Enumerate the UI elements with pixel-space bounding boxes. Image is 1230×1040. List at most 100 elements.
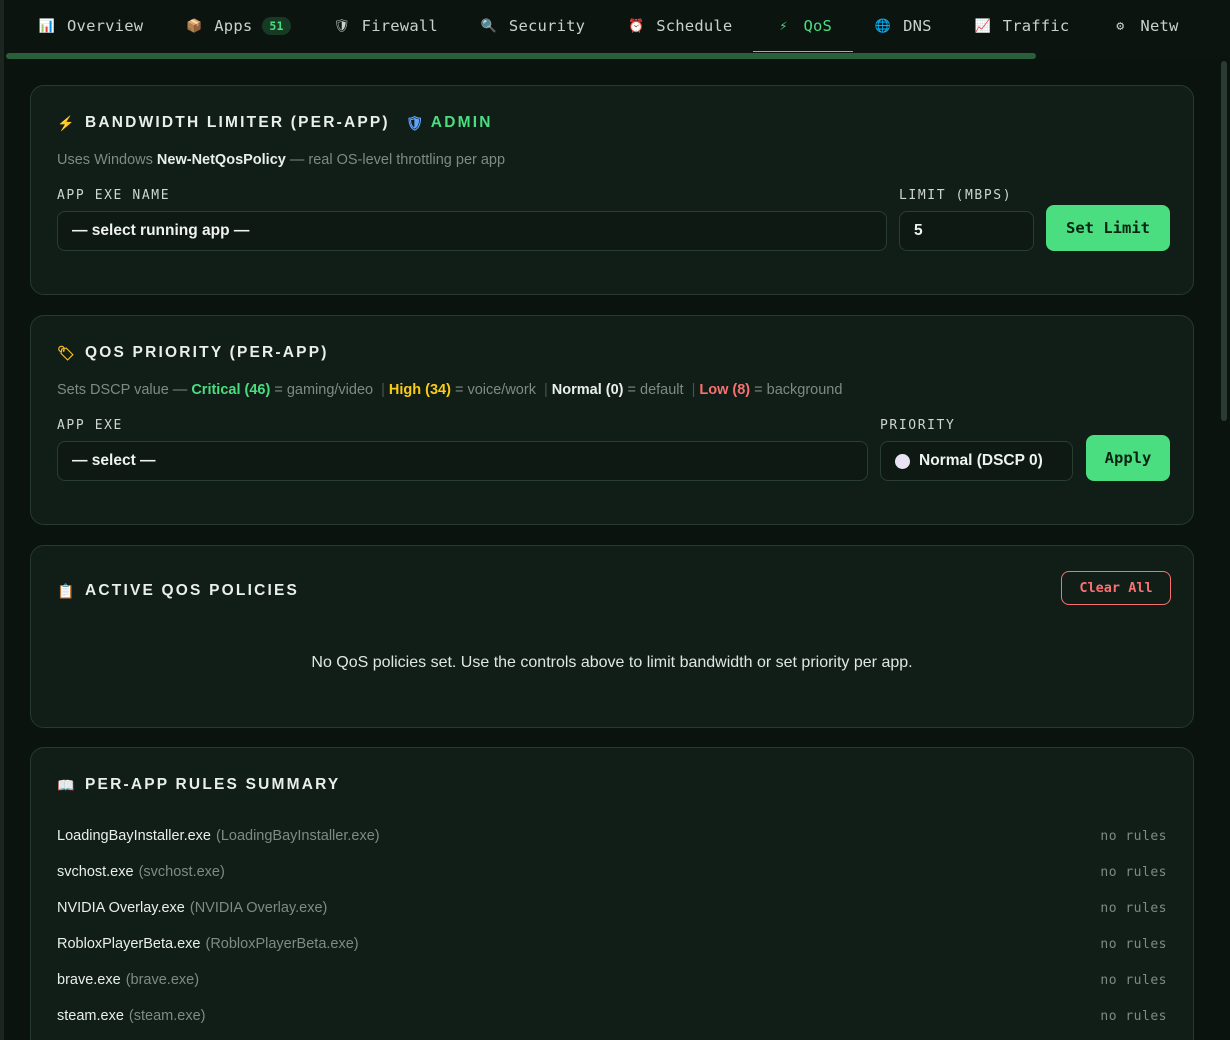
card-title: 📖 Per-App Rules Summary [57, 776, 340, 794]
tab-label: Schedule [656, 17, 733, 35]
rule-status: no rules [1100, 972, 1167, 988]
app-window: 📊 Overview 📦 Apps 51 🛡 Firewall 🔍 Securi… [0, 0, 1230, 1040]
bar-chart-icon: 📊 [38, 18, 56, 34]
apps-count-badge: 51 [262, 17, 291, 35]
app-exe-select[interactable]: — select running app — [57, 211, 887, 251]
desc-text: Sets DSCP value — [57, 382, 192, 398]
tab-label: Traffic [1002, 17, 1070, 35]
critical-label: Critical (46) [191, 382, 271, 398]
content-scrollbar[interactable] [1218, 59, 1230, 1040]
tab-dns[interactable]: 🌐 DNS [853, 1, 953, 51]
app-name: steam.exe (steam.exe) [57, 1008, 205, 1024]
desc-text: = voice/work [450, 382, 540, 398]
gear-icon: ⚙ [1116, 18, 1125, 34]
list-item: svchost.exe (svchost.exe) no rules [57, 854, 1167, 890]
desc-text: Uses Windows [57, 152, 157, 168]
list-item: LoadingBayInstaller.exe (LoadingBayInstal… [57, 818, 1167, 854]
priority-description: Sets DSCP value — Critical (46) = gaming… [57, 382, 842, 398]
limit-mbps-value: 5 [914, 222, 923, 239]
priority-select-value: Normal (DSCP 0) [919, 452, 1043, 469]
priority-select[interactable]: Normal (DSCP 0) [880, 441, 1073, 481]
list-item: NVIDIA Overlay.exe (NVIDIA Overlay.exe) n… [57, 890, 1167, 926]
tab-qos[interactable]: ⚡ QoS [753, 1, 853, 52]
card-title: 🏷 QoS Priority (Per-App) [57, 344, 329, 362]
app-exe-text: (steam.exe) [128, 1008, 206, 1024]
open-book-icon: 📖 [57, 776, 77, 793]
alarm-clock-icon: ⏰ [627, 18, 645, 34]
app-exe-text: (LoadingBayInstaller.exe) [215, 828, 380, 844]
app-name-text: NVIDIA Overlay.exe [57, 900, 185, 916]
shield-icon: 🛡 [405, 114, 426, 131]
priority-dot-icon [895, 453, 910, 469]
desc-text: = default [623, 382, 688, 398]
tab-traffic[interactable]: 📈 Traffic [953, 1, 1091, 51]
tab-label: Overview [67, 17, 144, 35]
desc-text: — real OS-level throttling per app [285, 152, 506, 168]
apply-priority-button[interactable]: Apply [1086, 435, 1170, 481]
app-name: NVIDIA Overlay.exe (NVIDIA Overlay.exe) [57, 900, 327, 916]
shield-icon: 🛡 [333, 18, 351, 34]
rule-status: no rules [1100, 864, 1167, 880]
rule-status: no rules [1100, 1008, 1167, 1024]
list-item: RobloxPlayerBeta.exe (RobloxPlayerBeta.ex… [57, 926, 1167, 962]
divider: | [691, 382, 696, 398]
app-exe-text: (brave.exe) [125, 972, 200, 988]
bandwidth-description: Uses Windows New-NetQosPolicy — real OS-… [57, 152, 505, 168]
tab-label: DNS [903, 17, 932, 35]
app-name-text: svchost.exe [57, 864, 134, 880]
lightning-icon: ⚡ [57, 114, 77, 131]
limit-mbps-input[interactable]: 5 [899, 211, 1034, 251]
tab-schedule[interactable]: ⏰ Schedule [606, 1, 753, 51]
set-limit-button[interactable]: Set Limit [1046, 205, 1170, 251]
tab-label: Security [508, 17, 586, 35]
globe-icon: 🌐 [874, 18, 892, 34]
rules-summary-title: Per-App Rules Summary [85, 776, 341, 793]
tab-label: QoS [803, 17, 833, 35]
high-label: High (34) [388, 382, 451, 398]
limit-mbps-label: Limit (Mbps) [899, 188, 1013, 203]
tab-label: Netw [1140, 17, 1179, 35]
list-item: brave.exe (brave.exe) no rules [57, 962, 1167, 998]
tab-bar-scrollbar[interactable] [4, 52, 1230, 59]
trend-chart-icon: 📈 [974, 18, 991, 34]
app-name: brave.exe (brave.exe) [57, 972, 199, 988]
app-name: LoadingBayInstaller.exe (LoadingBayInstal… [57, 828, 380, 844]
app-name-text: LoadingBayInstaller.exe [57, 828, 211, 844]
tab-security[interactable]: 🔍 Security [459, 1, 606, 51]
app-exe-text: (svchost.exe) [138, 864, 225, 880]
tab-firewall[interactable]: 🛡 Firewall [312, 1, 459, 51]
qos-priority-title: QoS Priority (Per-App) [85, 344, 329, 361]
tab-network[interactable]: ⚙ Netw [1090, 1, 1199, 51]
divider: | [543, 382, 548, 398]
magnifier-icon: 🔍 [480, 18, 498, 34]
clear-all-button[interactable]: Clear All [1061, 571, 1171, 605]
card-title: 📋 Active QoS Policies [57, 582, 299, 600]
rules-list: LoadingBayInstaller.exe (LoadingBayInstal… [57, 818, 1167, 1034]
priority-app-select[interactable]: — select — [57, 441, 868, 481]
app-name-text: brave.exe [57, 972, 121, 988]
divider: | [381, 382, 385, 398]
normal-label: Normal (0) [551, 382, 624, 398]
desc-text: = gaming/video [270, 382, 378, 398]
empty-policies-message: No QoS policies set. Use the controls ab… [311, 654, 913, 671]
tab-label: Firewall [361, 17, 438, 35]
app-exe-label: App Exe [57, 418, 123, 433]
tab-label: Apps [214, 17, 253, 35]
active-policies-card: 📋 Active QoS Policies Clear All No QoS p… [30, 545, 1194, 728]
app-exe-select-value: — select running app — [72, 222, 250, 239]
app-exe-name-label: App Exe Name [57, 188, 171, 203]
card-title: ⚡ Bandwidth Limiter (Per-App) 🛡 Admin [57, 114, 493, 132]
tab-overview[interactable]: 📊 Overview [4, 1, 164, 51]
content-scrollbar-thumb[interactable] [1221, 61, 1227, 421]
list-item: steam.exe (steam.exe) no rules [57, 998, 1167, 1034]
app-exe-text: (RobloxPlayerBeta.exe) [205, 936, 359, 952]
active-policies-title: Active QoS Policies [85, 582, 300, 599]
tab-bar: 📊 Overview 📦 Apps 51 🛡 Firewall 🔍 Securi… [4, 0, 1230, 52]
rule-status: no rules [1100, 936, 1167, 952]
app-name-text: steam.exe [57, 1008, 124, 1024]
qos-panel: ⚡ Bandwidth Limiter (Per-App) 🛡 Admin Us… [4, 59, 1218, 1040]
package-icon: 📦 [186, 18, 203, 34]
rule-status: no rules [1100, 828, 1167, 844]
tab-apps[interactable]: 📦 Apps 51 [164, 1, 311, 51]
rule-status: no rules [1100, 900, 1167, 916]
